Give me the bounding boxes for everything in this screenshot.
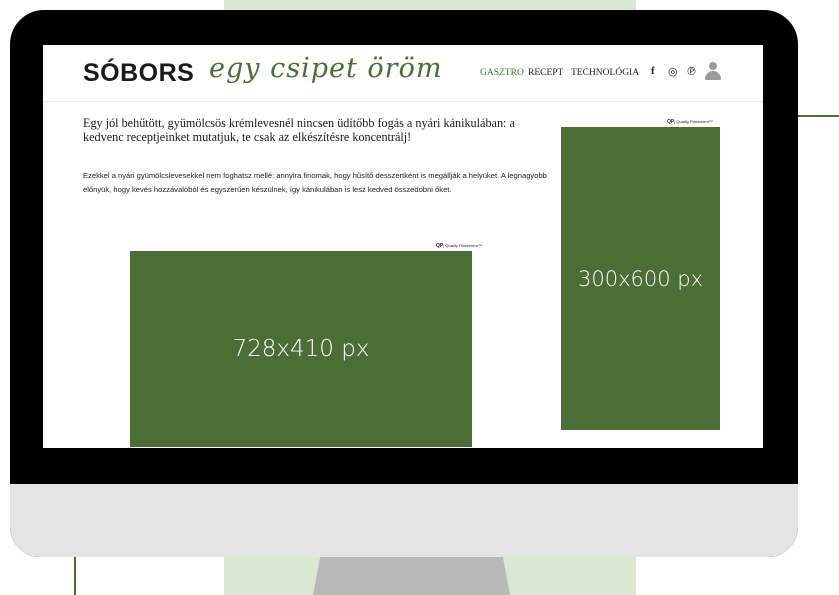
site-logo[interactable]: SÓBORS	[83, 59, 194, 88]
monitor-chin	[10, 484, 798, 557]
ad-size-label: 728x410 px	[232, 336, 370, 362]
user-avatar-icon[interactable]	[705, 62, 721, 80]
article-headline: Egy jól behűtött, gyümölcsös krémlevesné…	[83, 116, 515, 144]
instagram-icon[interactable]: ◎	[668, 65, 678, 78]
pinterest-icon[interactable]: ℗	[686, 65, 697, 78]
decorative-line-right	[797, 115, 839, 117]
nav-item-recept[interactable]: RECEPT	[528, 68, 563, 78]
ad-banner-main[interactable]: 728x410 px	[130, 251, 472, 447]
avatar-body	[705, 71, 721, 80]
ad-banner-side[interactable]: 300x600 px	[561, 127, 720, 430]
nav-item-gasztro[interactable]: GASZTRO	[480, 68, 524, 78]
quality-placement-badge-side: QP| Quality Placement™	[667, 119, 713, 125]
qp-text: | Quality Placement™	[443, 243, 482, 248]
qp-text: | Quality Placement™	[674, 119, 713, 124]
nav-item-technologia[interactable]: TECHNOLÓGIA	[571, 68, 639, 78]
article-body: Ezekkel a nyári gyümölcslevesekkel nem f…	[83, 171, 547, 194]
site-tagline: egy csipet öröm	[209, 53, 443, 84]
site-header: SÓBORS egy csipet öröm GASZTRO RECEPT TE…	[43, 45, 763, 102]
monitor-frame: SÓBORS egy csipet öröm GASZTRO RECEPT TE…	[10, 10, 798, 557]
website-screen: SÓBORS egy csipet öröm GASZTRO RECEPT TE…	[43, 45, 763, 448]
ad-size-label: 300x600 px	[577, 266, 704, 291]
monitor-stand	[313, 553, 510, 595]
facebook-icon[interactable]: f	[651, 65, 655, 77]
quality-placement-badge-main: QP| Quality Placement™	[436, 243, 482, 249]
avatar-head	[709, 62, 717, 70]
